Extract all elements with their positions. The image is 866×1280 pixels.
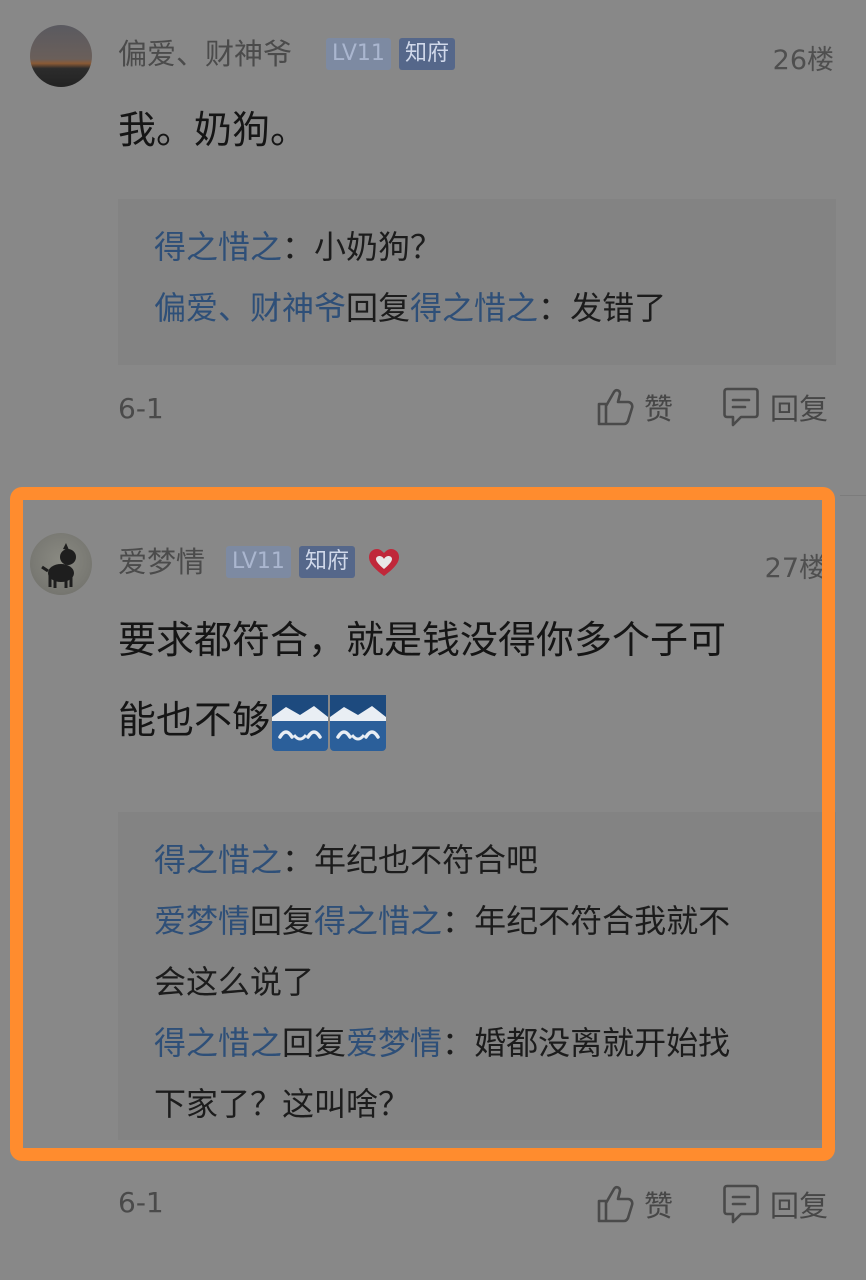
username[interactable]: 爱梦情 xyxy=(118,543,205,581)
reply-text: 年纪也不符合吧 xyxy=(314,841,539,879)
blue-smile-emoji xyxy=(272,694,329,751)
post-content-line: 要求都符合，就是钱没得你多个子可 xyxy=(118,618,727,662)
reply-button[interactable]: 回复 xyxy=(722,1183,828,1225)
reply-text-continued: 会这么说了 xyxy=(154,963,315,1001)
avatar[interactable] xyxy=(30,533,92,595)
reply-author[interactable]: 得之惜之 xyxy=(154,1024,282,1062)
post-content-line: 能也不够 xyxy=(118,680,726,760)
reply-box[interactable]: 得之惜之：年纪也不符合吧 爱梦情回复得之惜之：年纪不符合我就不 会这么说了 得之… xyxy=(118,812,836,1140)
reply-author[interactable]: 得之惜之 xyxy=(154,841,282,879)
post-content: 要求都符合，就是钱没得你多个子可 能也不够 xyxy=(118,600,726,760)
reply-target[interactable]: 得之惜之 xyxy=(314,902,442,940)
reply-item[interactable]: 得之惜之回复爱梦情：婚都没离就开始找 xyxy=(154,1013,836,1074)
heart-badge-icon xyxy=(368,548,400,582)
floor-number: 27楼 xyxy=(764,553,826,584)
blue-smile-emoji xyxy=(330,694,387,751)
title-badge: 知府 xyxy=(299,546,356,578)
reply-item[interactable]: 得之惜之：年纪也不符合吧 xyxy=(154,830,836,891)
reply-text: 年纪不符合我就不 xyxy=(474,902,731,940)
reply-text-continued: 下家了？这叫啥？ xyxy=(154,1085,411,1123)
reply-text: 婚都没离就开始找 xyxy=(474,1024,731,1062)
level-badge: LV11 xyxy=(226,546,291,578)
reply-author[interactable]: 爱梦情 xyxy=(154,902,250,940)
like-label: 赞 xyxy=(644,1189,674,1223)
post-27: 爱梦情 LV11 知府 27楼 要求都符合，就是钱没得你多个子可 能也不够 得之… xyxy=(0,0,866,1280)
dog-avatar-icon xyxy=(41,543,76,588)
like-button[interactable]: 赞 xyxy=(596,1183,673,1225)
reply-label: 回复 xyxy=(770,1189,829,1223)
thumbs-up-icon xyxy=(597,1185,634,1223)
comment-icon xyxy=(723,1184,759,1224)
reply-item[interactable]: 爱梦情回复得之惜之：年纪不符合我就不 xyxy=(154,891,836,952)
reply-target[interactable]: 爱梦情 xyxy=(346,1024,442,1062)
post-time: 6-1 xyxy=(118,1186,164,1219)
